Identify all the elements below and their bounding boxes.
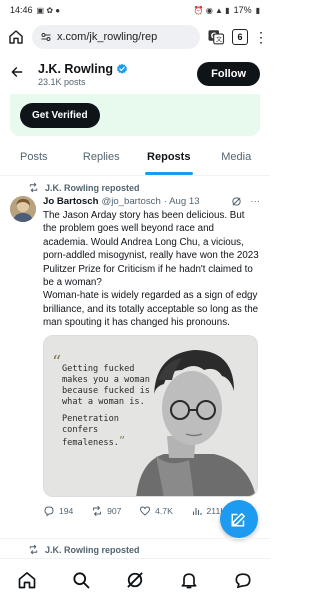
bell-icon [181, 572, 197, 588]
profile-post-count: 23.1K posts [38, 76, 86, 87]
media-quote-part2: Penetration confers femaleness.” [62, 414, 152, 449]
tab-reposts[interactable]: Reposts [135, 138, 203, 175]
notification-icons: ▣ ✿ ● [36, 5, 61, 15]
tweet[interactable]: Jo Bartosch @jo_bartosch · Aug 13 ··· Th… [0, 193, 270, 517]
verified-badge-icon [117, 63, 127, 74]
media-quote: Getting fucked makes you a woman because… [62, 364, 152, 455]
svg-text:文: 文 [216, 36, 222, 44]
repost-indicator: J.K. Rowling reposted [0, 176, 270, 193]
profile-name-row: J.K. Rowling [38, 62, 185, 76]
more-options-icon[interactable]: ··· [250, 196, 260, 207]
heart-icon [140, 506, 151, 516]
tweet-text: The Jason Arday story has been delicious… [43, 210, 259, 329]
translate-icon: G文 [208, 30, 225, 45]
like-button[interactable]: 4.7K [139, 505, 173, 517]
messages-icon [235, 572, 251, 588]
search-icon [73, 571, 90, 588]
tab-posts[interactable]: Posts [0, 138, 68, 175]
quote-mark-icon: “ [52, 351, 62, 373]
repost-label: J.K. Rowling reposted [45, 182, 140, 193]
repost-button[interactable]: 907 [91, 505, 121, 517]
back-arrow-icon[interactable] [10, 65, 26, 84]
status-time: 14:46 [10, 5, 33, 15]
verified-banner: Get Verified [10, 94, 260, 136]
site-settings-icon[interactable] [40, 31, 52, 43]
repost-action-icon [93, 505, 102, 516]
repost-icon [29, 544, 38, 555]
nav-search[interactable] [68, 567, 94, 593]
tab-media[interactable]: Media [203, 138, 271, 175]
media-quote-part2-text: Penetration confers femaleness. [62, 413, 119, 448]
url-bar[interactable]: x.com/jk_rowling/rep [32, 25, 200, 49]
browser-toolbar: x.com/jk_rowling/rep G文 6 ⋮ [0, 20, 270, 54]
bottom-navigation [0, 558, 270, 600]
reply-button[interactable]: 194 [43, 505, 73, 517]
close-quote-mark-icon: ” [118, 433, 126, 448]
battery-level: 17% [233, 5, 252, 15]
url-text: x.com/jk_rowling/rep [57, 31, 158, 43]
next-repost-label: J.K. Rowling reposted [45, 544, 140, 555]
nav-grok[interactable] [122, 567, 148, 593]
battery-icon: ▮ [255, 5, 260, 15]
browser-home-button[interactable] [6, 27, 26, 47]
follow-button[interactable]: Follow [197, 62, 260, 86]
tweet-media[interactable]: “ Getting fucked makes you a woman becau… [43, 334, 258, 497]
avatar[interactable] [10, 196, 36, 222]
status-left: 14:46 ▣ ✿ ● [10, 5, 60, 15]
like-count: 4.7K [155, 505, 173, 516]
repost-count: 907 [107, 505, 122, 516]
next-repost-indicator: J.K. Rowling reposted [0, 538, 270, 555]
tweet-body: Jo Bartosch @jo_bartosch · Aug 13 ··· Th… [43, 196, 260, 517]
nav-home[interactable] [14, 567, 40, 593]
nav-notifications[interactable] [176, 567, 202, 593]
tweet-header-actions: ··· [231, 196, 260, 207]
tweet-handle[interactable]: @jo_bartosch [101, 196, 160, 207]
translate-button[interactable]: G文 [206, 27, 226, 47]
signal-icons: ⏰ ◉ ▲ ▮ [193, 5, 230, 15]
profile-tabs: Posts Replies Reposts Media [0, 138, 270, 176]
reply-count: 194 [59, 505, 74, 516]
status-bar: 14:46 ▣ ✿ ● ⏰ ◉ ▲ ▮ 17% ▮ [0, 0, 270, 20]
tweet-date[interactable]: · Aug 13 [164, 196, 200, 207]
grok-icon[interactable] [231, 196, 242, 207]
profile-name: J.K. Rowling [38, 61, 113, 76]
browser-menu-icon[interactable]: ⋮ [254, 30, 268, 44]
home-icon [9, 30, 23, 44]
tab-replies[interactable]: Replies [68, 138, 136, 175]
views-icon [192, 507, 202, 515]
tweet-header: Jo Bartosch @jo_bartosch · Aug 13 ··· [43, 196, 260, 207]
grok-icon [127, 571, 143, 588]
home-icon [18, 571, 36, 588]
get-verified-button[interactable]: Get Verified [20, 102, 100, 128]
repost-icon [29, 182, 38, 193]
compose-button[interactable] [220, 500, 258, 538]
reply-icon [44, 506, 54, 517]
profile-title: J.K. Rowling 23.1K posts [38, 62, 185, 87]
profile-header: J.K. Rowling 23.1K posts Follow [0, 54, 270, 94]
nav-messages[interactable] [230, 567, 256, 593]
compose-icon [231, 513, 245, 527]
media-quote-part1: Getting fucked makes you a woman because… [62, 363, 150, 407]
status-right: ⏰ ◉ ▲ ▮ 17% ▮ [194, 5, 260, 15]
tweet-author[interactable]: Jo Bartosch [43, 196, 98, 207]
tab-switcher-button[interactable]: 6 [232, 29, 248, 45]
